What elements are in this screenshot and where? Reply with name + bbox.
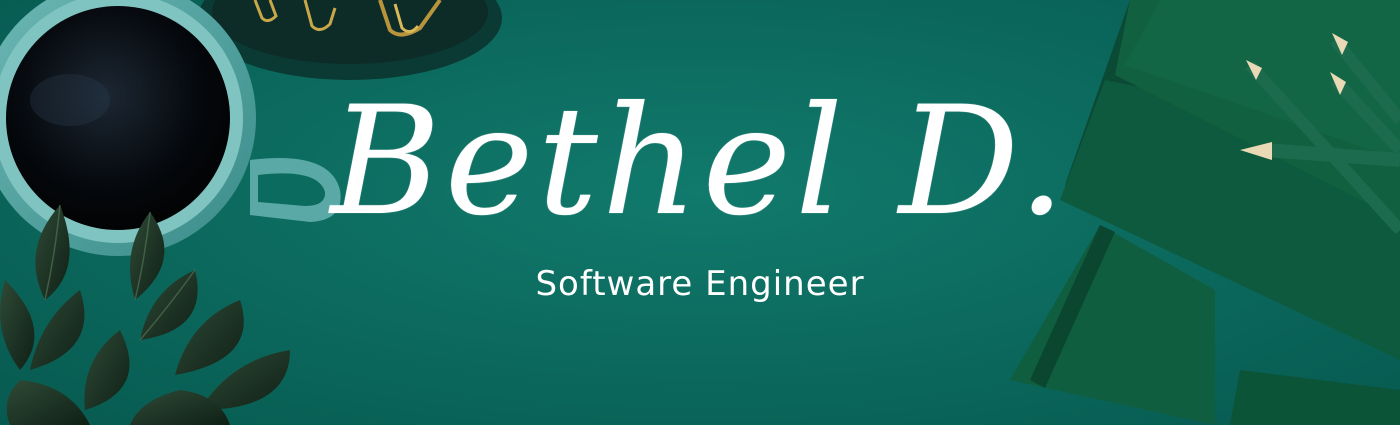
profile-banner: Bethel D. Software Engineer <box>0 0 1400 425</box>
banner-name: Bethel D. <box>330 75 1070 249</box>
banner-job-title: Software Engineer <box>535 264 865 304</box>
